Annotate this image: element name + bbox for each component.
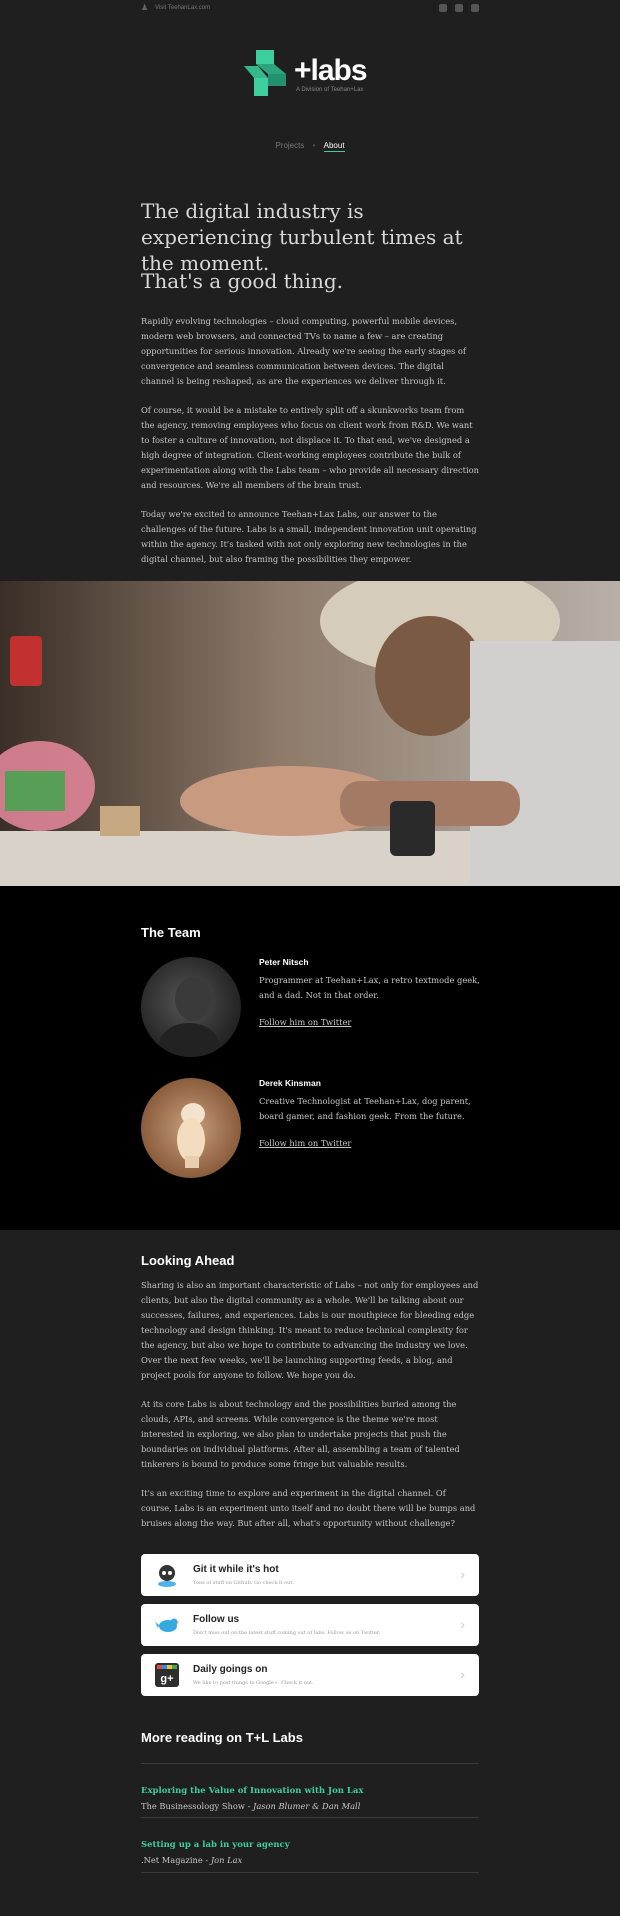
twitter-icon[interactable] (439, 4, 447, 12)
team-section: The Team Peter Nitsch Programmer at Teeh… (0, 886, 620, 1230)
chevron-right-icon: › (460, 1616, 465, 1632)
brand-tagline: A Division of Teehan+Lax (296, 87, 364, 93)
member-bio: Programmer at Teehan+Lax, a retro textmo… (259, 975, 480, 1000)
main-nav: Projects • About (0, 141, 620, 152)
team-title: The Team (141, 925, 201, 940)
more-reading-section: More reading on T+L Labs (141, 1730, 479, 1745)
member-info: Peter Nitsch Programmer at Teehan+Lax, a… (259, 957, 484, 1027)
social-links (439, 4, 479, 12)
nav-separator: • (312, 141, 316, 150)
card-title: Git it while it's hot (193, 1564, 279, 1575)
intro-paragraph: Today we're excited to announce Teehan+L… (141, 509, 477, 564)
reading-link[interactable]: Exploring the Value of Innovation with J… (141, 1786, 363, 1796)
card-title: Daily goings on (193, 1664, 268, 1675)
divider (141, 1872, 479, 1873)
dribbble-icon[interactable] (455, 4, 463, 12)
reading-source: .Net Magazine - Jon Lax (141, 1855, 243, 1865)
page-subheadline: That's a good thing. (141, 269, 343, 293)
tinkerer-photo (0, 581, 620, 886)
google-plus-card[interactable]: g+ Daily goings on We like to post thing… (141, 1654, 479, 1696)
follow-twitter-link[interactable]: Follow him on Twitter (259, 1017, 484, 1027)
member-bio: Creative Technologist at Teehan+Lax, dog… (259, 1096, 471, 1121)
looking-ahead-paragraph: Sharing is also an important characteris… (141, 1280, 479, 1380)
twitter-card[interactable]: Follow us Don't miss out on the latest s… (141, 1604, 479, 1646)
github-icon[interactable] (471, 4, 479, 12)
member-name: Derek Kinsman (259, 1078, 321, 1088)
card-subtitle: We like to post things to Google+. Check… (193, 1680, 314, 1686)
member-info: Derek Kinsman Creative Technologist at T… (259, 1078, 484, 1148)
twitter-bird-icon (155, 1618, 179, 1632)
google-plus-icon: g+ (155, 1663, 179, 1687)
card-title: Follow us (193, 1614, 240, 1625)
card-subtitle: Don't miss out on the latest stuff comin… (193, 1630, 381, 1636)
reading-item: Exploring the Value of Innovation with J… (141, 1778, 479, 1811)
divider (141, 1817, 479, 1818)
intro-paragraph: Of course, it would be a mistake to enti… (141, 405, 479, 490)
nav-projects[interactable]: Projects (275, 141, 304, 150)
reading-item: Setting up a lab in your agency .Net Mag… (141, 1832, 479, 1865)
nav-about[interactable]: About (323, 141, 345, 152)
visit-label: Visit TeehanLax.com (155, 4, 211, 11)
chevron-right-icon: › (460, 1666, 465, 1682)
follow-twitter-link[interactable]: Follow him on Twitter (259, 1138, 484, 1148)
page-headline: The digital industry is experiencing tur… (141, 199, 463, 275)
top-bar: ♟ Visit TeehanLax.com (0, 0, 620, 18)
svg-text:g+: g+ (160, 1673, 173, 1685)
avatar (141, 957, 241, 1057)
more-reading-title: More reading on T+L Labs (141, 1730, 303, 1745)
teehanlax-icon: ♟ (141, 3, 149, 12)
chevron-right-icon: › (460, 1566, 465, 1582)
looking-ahead-title: Looking Ahead (141, 1253, 235, 1268)
member-name: Peter Nitsch (259, 957, 309, 967)
brand-name: +labs (294, 54, 368, 87)
reading-link[interactable]: Setting up a lab in your agency (141, 1840, 290, 1850)
card-subtitle: Tons of stuff on Github. Go check it out… (193, 1580, 294, 1586)
intro-paragraph: Rapidly evolving technologies – cloud co… (141, 316, 466, 386)
looking-ahead-paragraph: It's an exciting time to explore and exp… (141, 1488, 476, 1528)
avatar (141, 1078, 241, 1178)
divider (141, 1763, 479, 1764)
github-card[interactable]: Git it while it's hot Tons of stuff on G… (141, 1554, 479, 1596)
visit-teehanlax-link[interactable]: ♟ Visit TeehanLax.com (141, 3, 210, 12)
looking-ahead-paragraph: At its core Labs is about technology and… (141, 1399, 460, 1469)
github-octocat-icon (158, 1565, 176, 1587)
hero-photo (0, 581, 620, 886)
reading-source: The Businessology Show - Jason Blumer & … (141, 1801, 361, 1811)
labs-logo-mark-icon (244, 50, 286, 96)
looking-ahead-section: Looking Ahead Sharing is also an importa… (141, 1253, 479, 1531)
intro-body: Rapidly evolving technologies – cloud co… (141, 314, 479, 567)
